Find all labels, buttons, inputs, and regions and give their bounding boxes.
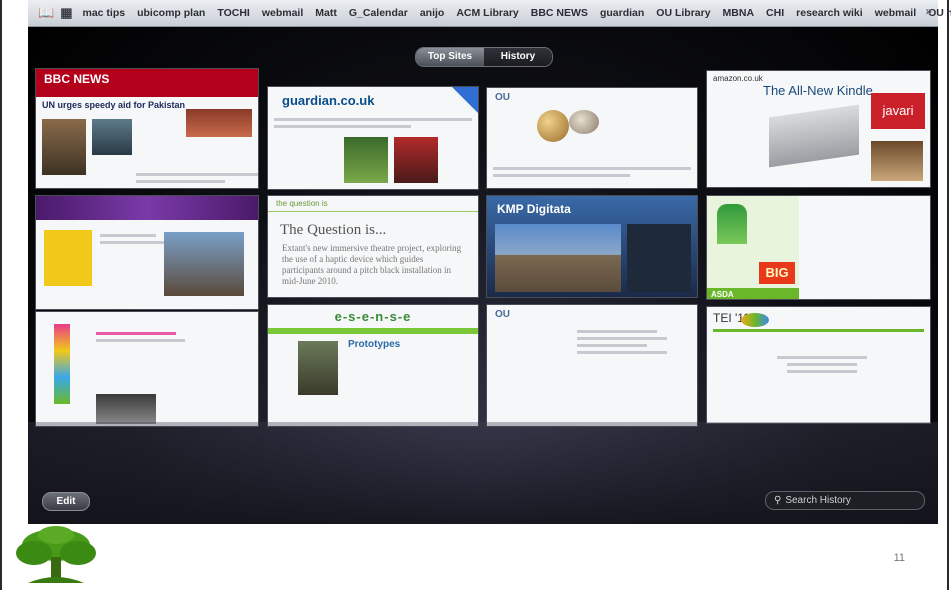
news-photo — [344, 137, 388, 183]
planets-image — [569, 110, 599, 134]
site-title: OU — [495, 309, 510, 320]
site-thumbnail-ou[interactable]: OU — [486, 87, 698, 189]
prototype-photo — [298, 341, 338, 395]
news-photo — [42, 119, 86, 175]
site-thumbnail-the-question-is[interactable]: the question is The Question is... Extan… — [267, 195, 479, 298]
site-thumbnail-ou-2[interactable]: OU — [486, 304, 698, 427]
site-thumbnail-row2-1[interactable] — [35, 195, 259, 310]
slide-number: 11 — [893, 552, 905, 564]
asda-logo: ASDA — [707, 288, 799, 299]
tab-top-sites[interactable]: Top Sites — [416, 48, 484, 66]
text-line — [777, 356, 867, 359]
bookmark-bbc-news[interactable]: BBC NEWS — [531, 7, 588, 19]
site-thumbnail-tei11[interactable]: TEI '11 — [706, 306, 931, 424]
site-title: e-s-e-n-s-e — [334, 309, 412, 324]
book-icon[interactable]: 📖 — [38, 5, 54, 21]
site-rule — [713, 329, 924, 332]
bookmark-research-wiki[interactable]: research wiki — [796, 7, 863, 19]
text-line — [493, 174, 630, 177]
bookmark-mac-tips[interactable]: mac tips — [82, 7, 125, 19]
site-title: KMP Digitata — [497, 202, 571, 216]
text-line — [577, 337, 667, 340]
text-line — [274, 125, 411, 128]
tei-logo-graphic — [741, 313, 769, 327]
nav-strip — [268, 328, 478, 334]
text-line — [96, 339, 185, 342]
person-photo — [717, 204, 747, 244]
site-thumbnail-amazon[interactable]: amazon.co.uk The All-New Kindle javari — [706, 70, 931, 188]
bookmark-tochi[interactable]: TOCHI — [217, 7, 249, 19]
site-headline: The Question is... — [280, 222, 387, 238]
bookmark-acm-library[interactable]: ACM Library — [456, 7, 518, 19]
edit-button[interactable]: Edit — [42, 492, 90, 511]
text-line — [96, 332, 176, 335]
overflow-chevron-icon[interactable]: » — [925, 4, 932, 18]
site-thumbnail-guardian[interactable]: guardian.co.uk — [267, 86, 479, 190]
text-line — [577, 344, 647, 347]
site-thumbnail-row3-1[interactable] — [35, 311, 259, 427]
bookmark-webmail[interactable]: webmail — [262, 7, 303, 19]
building-photo — [164, 232, 244, 296]
bookmark-g-calendar[interactable]: G_Calendar — [349, 7, 408, 19]
site-thumbnail-asda[interactable]: BIG ASDA — [706, 195, 931, 300]
text-line — [274, 118, 472, 121]
text-line — [787, 363, 857, 366]
search-icon: ⚲ — [774, 495, 782, 506]
text-line — [136, 180, 225, 183]
bookmark-matt[interactable]: Matt — [315, 7, 337, 19]
news-photo — [186, 109, 252, 137]
site-title: guardian.co.uk — [282, 93, 375, 108]
search-placeholder: Search History — [785, 495, 851, 506]
javari-banner: javari — [871, 93, 925, 129]
bookmark-chi[interactable]: CHI — [766, 7, 784, 19]
top-sites-view: Top Sites History BBC NEWS UN urges spee… — [28, 27, 938, 524]
big-promo: BIG — [759, 262, 795, 284]
text-line — [136, 173, 258, 176]
bookmark-guardian[interactable]: guardian — [600, 7, 644, 19]
site-thumbnail-esense[interactable]: e-s-e-n-s-e Prototypes — [267, 304, 479, 427]
bookmark-star-icon — [452, 87, 478, 113]
grid-icon[interactable]: ▦ — [60, 5, 72, 21]
product-photo — [871, 141, 923, 181]
bookmark-ubicomp-plan[interactable]: ubicomp plan — [137, 7, 205, 19]
landscape-photo — [495, 224, 621, 292]
site-thumbnail-kmp-digitata[interactable]: KMP Digitata — [486, 195, 698, 298]
site-headline: Prototypes — [348, 339, 401, 350]
colorful-banner — [54, 324, 70, 404]
site-title: OU — [495, 92, 510, 103]
site-body-text: Extant's new immersive theatre project, … — [282, 243, 462, 286]
bookmark-ou-library[interactable]: OU Library — [656, 7, 710, 19]
text-line — [577, 351, 667, 354]
text-line — [787, 370, 857, 373]
site-header — [36, 196, 258, 220]
bookmarks-bar: 📖 ▦ mac tips ubicomp plan TOCHI webmail … — [28, 0, 951, 27]
site-title: the question is — [268, 196, 478, 212]
menu-panel — [627, 224, 691, 292]
tab-history[interactable]: History — [484, 48, 552, 66]
text-line — [100, 234, 156, 237]
text-line — [493, 167, 691, 170]
product-photo — [96, 394, 156, 424]
news-photo — [394, 137, 438, 183]
promo-block — [44, 230, 92, 286]
bookmark-webmail-2[interactable]: webmail — [875, 7, 916, 19]
text-line — [577, 330, 657, 333]
mode-toggle: Top Sites History — [415, 47, 553, 67]
site-headline: The All-New Kindle — [763, 83, 873, 98]
bookmark-anijo[interactable]: anijo — [420, 7, 445, 19]
site-thumbnail-bbc-news[interactable]: BBC NEWS UN urges speedy aid for Pakista… — [35, 68, 259, 189]
tree-icon — [16, 526, 96, 583]
bookmark-mbna[interactable]: MBNA — [723, 7, 755, 19]
news-photo — [92, 119, 132, 155]
kindle-image — [769, 104, 859, 168]
site-title: BBC NEWS — [36, 69, 258, 97]
planets-image — [537, 110, 569, 142]
search-history-field[interactable]: ⚲ Search History — [765, 491, 925, 510]
